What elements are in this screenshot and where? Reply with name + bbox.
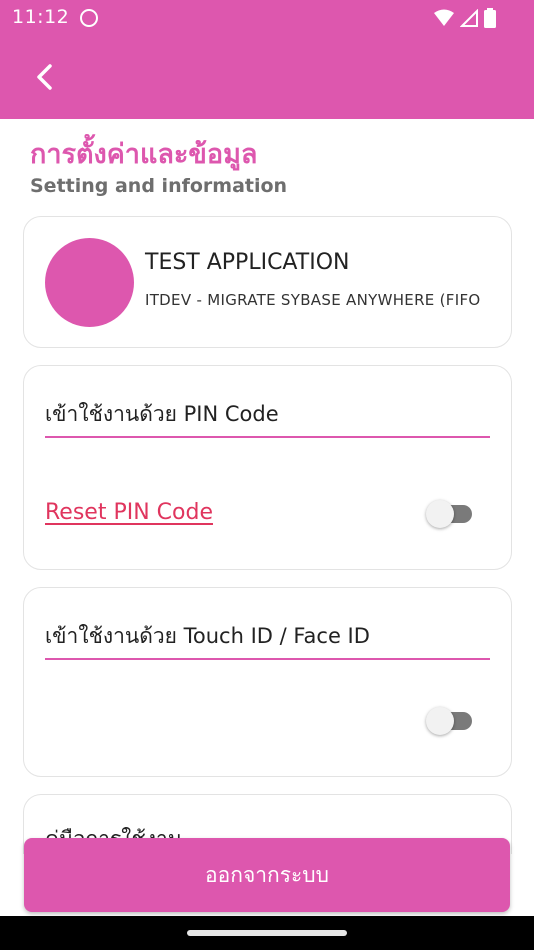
pin-login-toggle[interactable]	[426, 499, 474, 529]
signal-icon	[460, 9, 478, 27]
profile-card: TEST APPLICATION ITDEV - MIGRATE SYBASE …	[23, 216, 512, 348]
status-bar: 11:12	[0, 0, 534, 36]
app-name: TEST APPLICATION	[145, 250, 350, 275]
pin-login-label: เข้าใช้งานด้วย PIN Code	[45, 402, 279, 426]
app-notification-icon	[80, 9, 98, 27]
home-gesture-handle[interactable]	[187, 930, 347, 936]
back-button[interactable]	[28, 60, 62, 94]
toggle-knob	[426, 707, 454, 735]
wifi-icon	[434, 9, 454, 26]
pin-settings-card: เข้าใช้งานด้วย PIN Code Reset PIN Code	[23, 365, 512, 570]
app-bar	[0, 36, 534, 119]
page-title: การตั้งค่าและข้อมูล	[30, 139, 258, 170]
reset-pin-link[interactable]: Reset PIN Code	[45, 500, 213, 525]
system-nav-bar	[0, 916, 534, 950]
biometric-login-underline	[45, 658, 490, 660]
biometric-login-label: เข้าใช้งานด้วย Touch ID / Face ID	[45, 624, 370, 648]
chevron-left-icon	[37, 64, 52, 90]
status-icons	[434, 8, 496, 28]
logout-button[interactable]: ออกจากระบบ	[24, 838, 510, 912]
page-subtitle: Setting and information	[30, 175, 288, 197]
status-time: 11:12	[12, 6, 70, 28]
pin-login-underline	[45, 436, 490, 438]
toggle-knob	[426, 500, 454, 528]
biometric-settings-card: เข้าใช้งานด้วย Touch ID / Face ID	[23, 587, 512, 777]
biometric-login-toggle[interactable]	[426, 706, 474, 736]
battery-icon	[484, 8, 496, 28]
avatar	[45, 238, 134, 327]
app-description: ITDEV - MIGRATE SYBASE ANYWHERE (FIFO	[145, 291, 481, 309]
